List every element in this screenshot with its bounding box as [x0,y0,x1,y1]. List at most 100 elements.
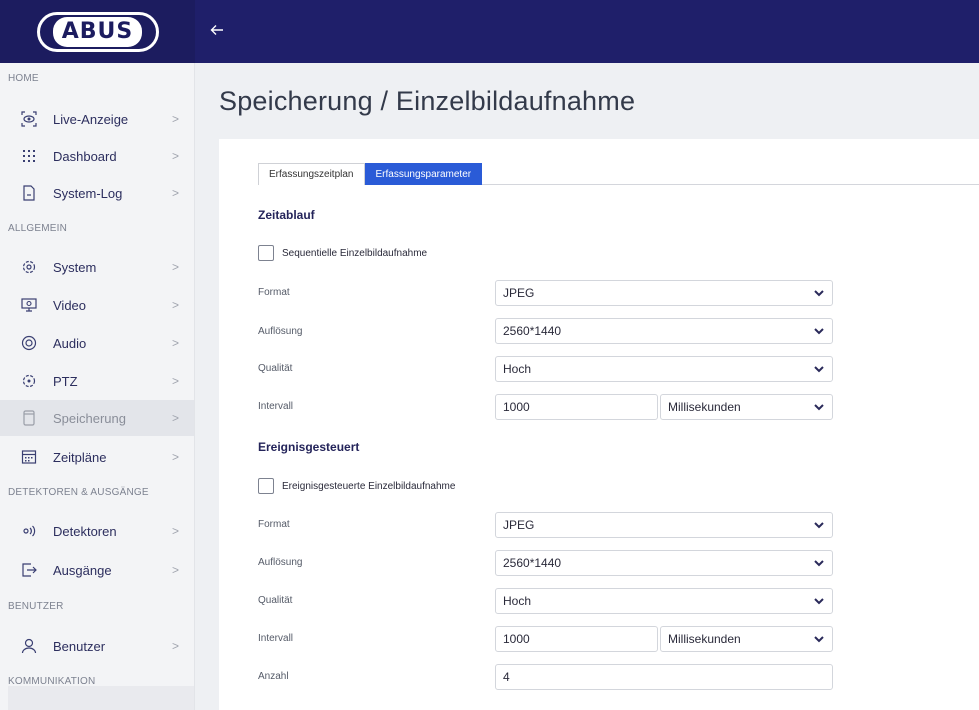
sidebar-item-system[interactable]: System > [0,249,194,285]
chevron-down-icon [813,519,825,531]
section-heading-ereignisgesteuert: Ereignisgesteuert [258,440,360,454]
chevron-right-icon: > [172,186,180,200]
abus-logo[interactable]: ABUS [36,11,159,52]
sidebar-item-ausgaenge[interactable]: Ausgänge > [0,552,194,588]
calendar-icon [20,448,38,466]
chevron-right-icon: > [172,298,180,312]
chevron-down-icon [813,287,825,299]
sidebar-item-audio[interactable]: Audio > [0,325,194,361]
detector-icon [20,522,38,540]
chevron-right-icon: > [172,112,180,126]
dashboard-icon [20,147,38,165]
sidebar-item-label: Dashboard [53,148,117,164]
interval-input[interactable]: 1000 [495,626,658,652]
chevron-right-icon: > [172,411,180,425]
sidebar-item-label: Audio [53,335,87,351]
resolution-select[interactable]: 2560*1440 [495,550,833,576]
format-select[interactable]: JPEG [495,512,833,538]
sidebar-item-label: PTZ [53,373,78,389]
sidebar-item-label: Ausgänge [53,562,112,578]
chevron-right-icon: > [172,563,180,577]
interval-label: Intervall [258,633,294,644]
sidebar-section-benutzer: BENUTZER [8,601,64,612]
sidebar-item-video[interactable]: Video > [0,287,194,323]
interval-value: 1000 [503,400,530,414]
interval-input[interactable]: 1000 [495,394,658,420]
sidebar-item-label: Detektoren [53,523,117,539]
chevron-right-icon: > [172,450,180,464]
monitor-icon [20,296,38,314]
checkbox-label: Sequentielle Einzelbildaufnahme [282,247,428,259]
event-capture-checkbox-row[interactable]: Ereignisgesteuerte Einzelbildaufnahme [258,478,455,494]
sidebar-item-speicherung[interactable]: Speicherung > [0,400,194,436]
sidebar-item-label: Live-Anzeige [53,111,129,127]
sidebar-item-ptz[interactable]: PTZ > [0,363,194,399]
interval-unit-value: Millisekunden [668,400,741,414]
sidebar-item-label: Zeitpläne [53,449,107,465]
document-icon [20,184,38,202]
sidebar-item-live-anzeige[interactable]: Live-Anzeige > [0,101,194,137]
format-value: JPEG [503,518,535,532]
checkbox-label: Ereignisgesteuerte Einzelbildaufnahme [282,480,456,492]
sidebar-item-benutzer[interactable]: Benutzer > [0,628,194,664]
sidebar-footer [8,686,194,710]
quality-select[interactable]: Hoch [495,588,833,614]
chevron-right-icon: > [172,336,180,350]
sidebar-section-allgemein: ALLGEMEIN [8,223,68,234]
interval-unit-select[interactable]: Millisekunden [660,394,833,420]
quality-select[interactable]: Hoch [495,356,833,382]
sidebar-item-system-log[interactable]: System-Log > [0,175,194,211]
interval-unit-select[interactable]: Millisekunden [660,626,833,652]
chevron-down-icon [813,557,825,569]
sidebar-item-detektoren[interactable]: Detektoren > [0,513,194,549]
tab-bar: Erfassungszeitplan Erfassungsparameter [258,163,979,185]
quality-label: Qualität [258,595,293,606]
format-select[interactable]: JPEG [495,280,833,306]
sidebar-item-dashboard[interactable]: Dashboard > [0,138,194,174]
format-value: JPEG [503,286,535,300]
sidebar-section-home: HOME [8,73,39,84]
sidebar-item-label: Video [53,297,87,313]
chevron-down-icon [813,633,825,645]
sidebar-item-label: System-Log [53,185,123,201]
page-title: Speicherung / Einzelbildaufnahme [219,86,636,116]
resolution-value: 2560*1440 [503,324,562,338]
format-label: Format [258,519,290,530]
format-label: Format [258,287,290,298]
chevron-right-icon: > [172,524,180,538]
event-capture-checkbox[interactable] [258,478,274,494]
chevron-down-icon [813,595,825,607]
settings-panel: Erfassungszeitplan Erfassungsparameter Z… [219,139,979,710]
user-icon [20,637,38,655]
quality-label: Qualität [258,363,293,374]
speaker-icon [20,334,38,352]
tab-erfassungsparameter[interactable]: Erfassungsparameter [364,163,483,185]
count-value: 4 [503,670,510,684]
logo-text: ABUS [52,16,143,47]
resolution-label: Auflösung [258,557,303,568]
eye-icon [20,110,38,128]
quality-value: Hoch [503,362,532,376]
sidebar-section-detektoren: DETEKTOREN & AUSGÄNGE [8,487,149,498]
resolution-label: Auflösung [258,326,303,337]
chevron-down-icon [813,325,825,337]
chevron-right-icon: > [172,639,180,653]
resolution-select[interactable]: 2560*1440 [495,318,833,344]
count-input[interactable]: 4 [495,664,833,690]
sequential-capture-checkbox[interactable] [258,245,274,261]
output-icon [20,561,38,579]
interval-label: Intervall [258,401,294,412]
tab-erfassungszeitplan[interactable]: Erfassungszeitplan [258,163,365,185]
count-label: Anzahl [258,671,289,682]
resolution-value: 2560*1440 [503,556,562,570]
sidebar-item-label: Speicherung [53,410,126,426]
ptz-icon [20,372,38,390]
arrow-left-icon[interactable] [210,19,224,43]
chevron-right-icon: > [172,149,180,163]
interval-value: 1000 [503,632,530,646]
sidebar-item-zeitplaene[interactable]: Zeitpläne > [0,439,194,475]
interval-unit-value: Millisekunden [668,632,741,646]
chevron-down-icon [813,401,825,413]
sidebar: HOME Live-Anzeige > Dashboard > System-L… [0,63,195,710]
sequential-capture-checkbox-row[interactable]: Sequentielle Einzelbildaufnahme [258,245,427,261]
